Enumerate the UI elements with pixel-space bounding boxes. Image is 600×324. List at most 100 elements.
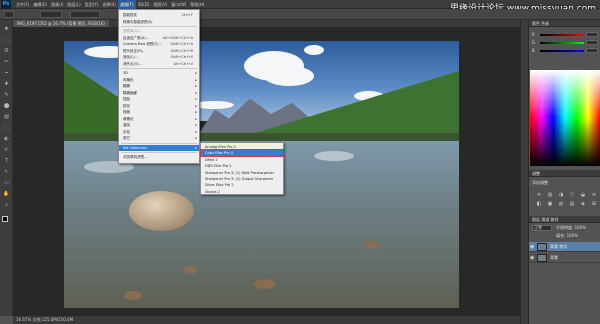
nik-plugin-item[interactable]: HDR Efex Pro 2: [201, 163, 283, 169]
menu-7[interactable]: 滤镜(T): [118, 0, 136, 9]
filter-menu-item[interactable]: 扭曲 ▸: [119, 96, 199, 102]
shape-icon[interactable]: ▭: [3, 180, 10, 186]
nik-plugin-item[interactable]: Color Efex Pro 4: [200, 149, 284, 158]
eraser-icon[interactable]: ⬛: [3, 125, 10, 131]
type-icon[interactable]: T: [3, 158, 10, 164]
option-field[interactable]: [70, 11, 100, 18]
red-slider[interactable]: R: [532, 32, 598, 37]
slider-track[interactable]: [540, 42, 584, 44]
adjustment-icon[interactable]: ▽: [568, 192, 576, 198]
brush-icon[interactable]: ✎: [3, 92, 10, 98]
menu-8[interactable]: 3D(D): [136, 0, 152, 9]
lasso-icon[interactable]: ʘ: [3, 48, 10, 54]
adjustment-icon[interactable]: ◧: [535, 201, 543, 207]
layer-row[interactable]: ◉ 背景 拷贝: [529, 242, 600, 252]
filter-menu-item[interactable]: 其它 ▸: [119, 135, 199, 141]
hand-icon[interactable]: ✋: [3, 191, 10, 197]
slider-value[interactable]: [586, 32, 598, 37]
nik-plugin-item[interactable]: Silver Efex Pro 2: [201, 182, 283, 188]
menu-3[interactable]: 图像(I): [49, 0, 65, 9]
nik-plugin-item[interactable]: Dfine 2: [201, 157, 283, 163]
filter-menu-item[interactable]: 风格化 ▸: [119, 77, 199, 83]
dodge-icon[interactable]: ◐: [3, 136, 10, 142]
filter-menu-item[interactable]: 渲染 ▸: [119, 122, 199, 128]
crop-icon[interactable]: ✂: [3, 59, 10, 65]
adjustment-icon[interactable]: ▣: [546, 201, 554, 207]
slider-value[interactable]: [586, 40, 598, 45]
history-brush-icon[interactable]: ▧: [3, 114, 10, 120]
adjustment-icon[interactable]: ≋: [590, 192, 598, 198]
filter-menu-item[interactable]: 滤镜库(G)...: [119, 28, 199, 34]
marquee-icon[interactable]: ⬚: [3, 37, 10, 43]
blue-slider[interactable]: B: [532, 48, 598, 53]
selection-icon[interactable]: ↖: [3, 169, 10, 175]
slider-value[interactable]: [586, 48, 598, 53]
color-spectrum[interactable]: [530, 70, 600, 166]
menu-1[interactable]: 文件(F): [14, 0, 31, 9]
adjustment-icon[interactable]: ◍: [557, 201, 565, 207]
filter-menu-item[interactable]: 3D ▸: [119, 70, 199, 76]
nik-plugin-item[interactable]: Viveza 2: [201, 189, 283, 195]
document-tab[interactable]: IMG_0197.CR2 @ 16.7% (背景 拷贝, RGB/16): [13, 20, 109, 27]
nik-plugin-item[interactable]: Analog Efex Pro 2: [201, 144, 283, 150]
layer-row[interactable]: ◉ 背景: [529, 253, 600, 263]
filter-menu-item[interactable]: 锐化 ▸: [119, 103, 199, 109]
foreground-color-swatch[interactable]: [2, 216, 8, 222]
menu-10[interactable]: 窗口(W): [169, 0, 188, 9]
tool-preset-picker[interactable]: [4, 11, 14, 18]
adjustment-icon[interactable]: ◈: [579, 201, 587, 207]
filter-menu-item[interactable]: 浏览联机滤镜...: [119, 154, 199, 160]
eye-icon[interactable]: ◉: [530, 244, 534, 250]
nik-plugin-item[interactable]: Sharpener Pro 3: (2) Output Sharpener: [201, 176, 283, 182]
fill-field[interactable]: 填充: 100%: [556, 233, 578, 239]
filter-menu-item[interactable]: 视频 ▸: [119, 109, 199, 115]
filter-menu-item[interactable]: Camera Raw 滤镜(C)... Shift+Ctrl+A: [119, 41, 199, 47]
filter-menu-item[interactable]: 转换为智能滤镜(S): [119, 19, 199, 25]
filter-menu-item[interactable]: 杂色 ▸: [119, 129, 199, 135]
layers-panel-tabs[interactable]: 图层 通道 路径: [532, 216, 559, 223]
menu-11[interactable]: 帮助(H): [188, 0, 206, 9]
filter-menu-item[interactable]: 镜头校正(R)... Shift+Ctrl+R: [119, 48, 199, 54]
adjustments-title[interactable]: 调整: [532, 170, 540, 177]
layer-name: 背景 拷贝: [550, 244, 568, 249]
menu-2[interactable]: 编辑(E): [31, 0, 49, 9]
menu-item-label: 杂色: [123, 129, 130, 134]
adjustment-icon[interactable]: ◑: [557, 192, 565, 198]
menu-9[interactable]: 视图(V): [151, 0, 169, 9]
color-panel-tabs[interactable]: 颜色 色板: [532, 20, 549, 27]
slider-track[interactable]: [540, 50, 584, 52]
adjustment-icon[interactable]: ⊞: [590, 201, 598, 207]
nik-plugin-item[interactable]: Sharpener Pro 3: (1) RAW Presharpener: [201, 170, 283, 176]
menu-4[interactable]: 图层(L): [65, 0, 82, 9]
option-field[interactable]: [40, 11, 62, 18]
adjustment-icon[interactable]: ☀: [535, 192, 543, 198]
filter-menu-item[interactable]: 像素化 ▸: [119, 116, 199, 122]
color-panel-header[interactable]: 颜色 色板: [529, 20, 600, 27]
filter-menu-item[interactable]: 液化(L)... Shift+Ctrl+X: [119, 54, 199, 60]
adjustment-icon[interactable]: ▤: [568, 201, 576, 207]
collapsed-panel-dock[interactable]: [520, 20, 528, 324]
zoom-icon[interactable]: ⌕: [3, 202, 10, 208]
filter-menu-item[interactable]: 智能锐化 Ctrl+F: [119, 12, 199, 18]
adjustment-icon[interactable]: ▥: [546, 192, 554, 198]
adjustment-icon[interactable]: ◒: [579, 192, 587, 198]
slider-track[interactable]: [540, 34, 584, 36]
healing-icon[interactable]: ✚: [3, 81, 10, 87]
move-icon[interactable]: ✥: [3, 26, 10, 32]
green-slider[interactable]: G: [532, 40, 598, 45]
pen-icon[interactable]: ✍: [3, 147, 10, 153]
adjustments-panel-header[interactable]: 调整: [529, 170, 600, 177]
stamp-icon[interactable]: ⬤: [3, 103, 10, 109]
layers-panel-header[interactable]: 图层 通道 路径: [529, 216, 600, 223]
eye-icon[interactable]: ◉: [530, 255, 534, 261]
filter-menu-item[interactable]: Nik Collection ▸: [119, 144, 199, 151]
menu-5[interactable]: 类型(Y): [83, 0, 101, 9]
filter-menu-item[interactable]: 消失点(V)... Alt+Ctrl+V: [119, 61, 199, 67]
eyedropper-icon[interactable]: ⌖: [3, 70, 10, 76]
menu-6[interactable]: 选择(S): [100, 0, 118, 9]
filter-menu-item[interactable]: 模糊画廊 ▸: [119, 90, 199, 96]
blend-mode-select[interactable]: 正常: [532, 225, 552, 231]
opacity-field[interactable]: 不透明度: 100%: [556, 225, 586, 231]
filter-menu-item[interactable]: 模糊 ▸: [119, 83, 199, 89]
filter-menu-item[interactable]: 自适应广角(A)... Alt+Shift+Ctrl+A: [119, 35, 199, 41]
